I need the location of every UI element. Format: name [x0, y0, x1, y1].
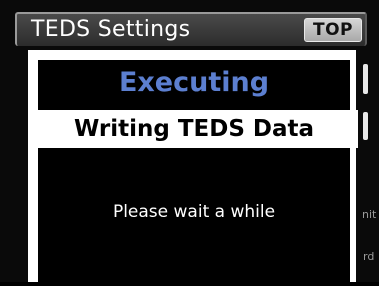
- background-menu-text: rd: [363, 250, 375, 263]
- operation-message: Writing TEDS Data: [30, 110, 358, 148]
- scrollbar[interactable]: [359, 52, 371, 277]
- scroll-thumb[interactable]: [363, 64, 368, 94]
- status-title: Executing: [118, 67, 270, 98]
- page-title: TEDS Settings: [31, 17, 191, 42]
- background-menu-text: nit: [362, 208, 377, 221]
- progress-dialog: Executing Writing TEDS Data Please wait …: [28, 50, 358, 286]
- device-screen: TEDS Settings TOP nit rd Executing Writi…: [0, 0, 379, 286]
- wait-message: Please wait a while: [112, 202, 276, 222]
- dialog-body: Executing Writing TEDS Data Please wait …: [30, 60, 358, 286]
- header-bar: TEDS Settings TOP: [15, 12, 367, 46]
- scroll-indicator: [363, 112, 368, 140]
- top-button[interactable]: TOP: [304, 18, 362, 42]
